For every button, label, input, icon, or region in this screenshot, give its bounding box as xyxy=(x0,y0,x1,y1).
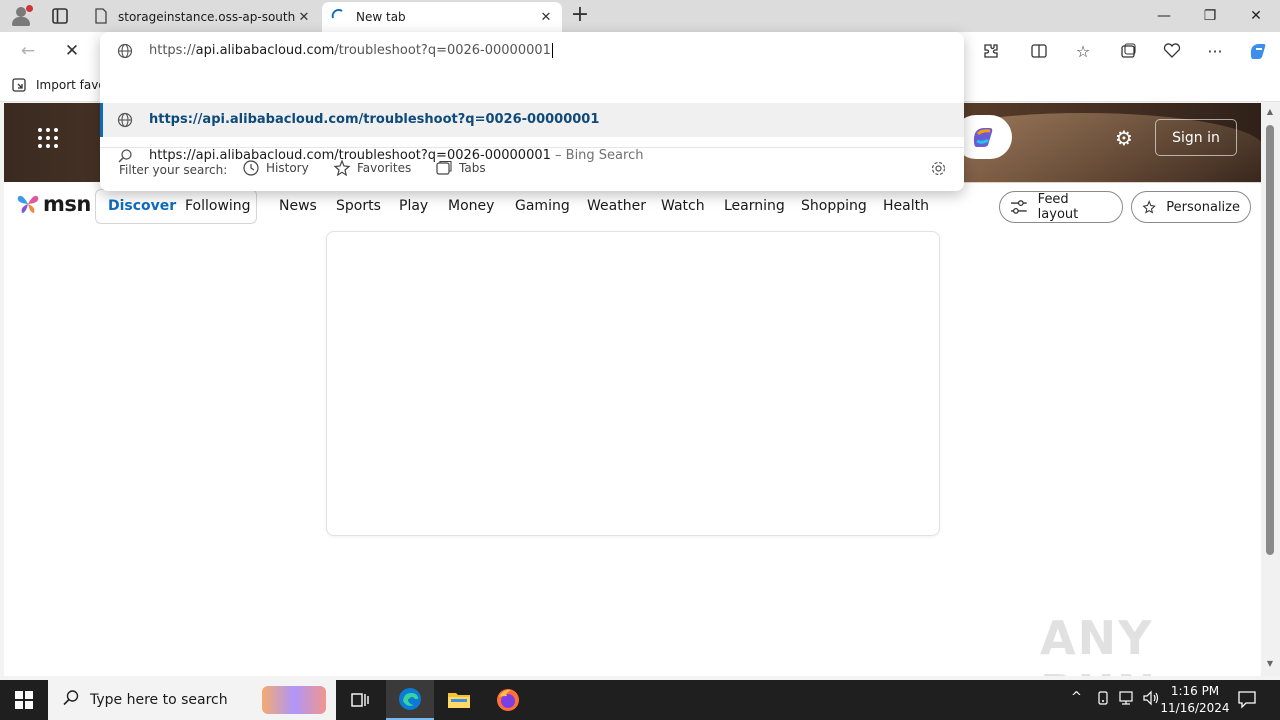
globe-icon xyxy=(117,43,133,63)
loading-icon xyxy=(330,8,346,27)
nav-watch[interactable]: Watch xyxy=(661,198,705,214)
minimize-button[interactable]: — xyxy=(1141,0,1187,32)
msn-logo-text: msn xyxy=(43,192,91,216)
history-icon xyxy=(243,160,259,176)
firefox-button[interactable] xyxy=(484,680,532,720)
clock-time: 1:16 PM xyxy=(1170,684,1220,698)
show-hidden-icons[interactable]: ^ xyxy=(1071,690,1082,705)
tab-title: New tab xyxy=(356,10,406,24)
app-launcher-icon[interactable] xyxy=(38,128,58,148)
task-view-button[interactable] xyxy=(336,680,384,720)
clock-date: 11/16/2024 xyxy=(1160,701,1230,715)
favorites-icon[interactable] xyxy=(1113,37,1143,65)
sliders-icon xyxy=(1010,200,1027,214)
tab-strip: storageinstance.oss-ap-southeast-1.aliyu… xyxy=(0,0,1280,32)
nav-following[interactable]: Following xyxy=(185,198,251,214)
volume-icon[interactable] xyxy=(1142,690,1160,710)
personalize-label: Personalize xyxy=(1166,199,1240,215)
globe-icon xyxy=(117,112,133,132)
nav-play[interactable]: Play xyxy=(399,198,428,214)
star-icon xyxy=(333,159,351,177)
nav-weather[interactable]: Weather xyxy=(587,198,646,214)
windows-taskbar: Type here to search ^ 1:16 PM 11/16/2024 xyxy=(0,680,1280,720)
system-clock[interactable]: 1:16 PM 11/16/2024 xyxy=(1160,683,1230,717)
search-settings-icon[interactable] xyxy=(930,160,947,180)
msn-logo[interactable]: msn xyxy=(16,192,91,216)
back-button[interactable]: ← xyxy=(14,37,42,65)
anyrun-watermark: ANY RUN xyxy=(1040,611,1155,676)
butterfly-icon xyxy=(17,195,39,213)
settings-more-icon[interactable]: ··· xyxy=(1200,37,1230,65)
task-view-icon xyxy=(351,693,369,707)
suggestion-text: https://api.alibabacloud.com/troubleshoo… xyxy=(149,112,600,127)
copilot-icon[interactable] xyxy=(1243,37,1273,65)
profile-icon[interactable] xyxy=(10,5,33,27)
taskbar-search-box[interactable]: Type here to search xyxy=(48,680,336,720)
edge-taskbar-button[interactable] xyxy=(386,680,434,720)
tabs-icon xyxy=(436,160,452,175)
restore-button[interactable]: ❐ xyxy=(1187,0,1233,32)
sign-in-button[interactable]: Sign in xyxy=(1155,119,1237,156)
tab-actions-icon[interactable] xyxy=(48,6,72,26)
window-close-button[interactable]: ✕ xyxy=(1233,0,1279,32)
nav-news[interactable]: News xyxy=(279,198,317,214)
folder-icon xyxy=(448,693,470,708)
search-filter-row: Filter your search: History Favorites Ta… xyxy=(100,154,964,188)
split-screen-icon[interactable] xyxy=(1024,37,1054,65)
nav-shopping[interactable]: Shopping xyxy=(801,198,867,214)
windows-logo-icon xyxy=(15,691,33,709)
address-bar-text: https://api.alibabacloud.com/troubleshoo… xyxy=(149,43,553,58)
new-tab-button[interactable]: + xyxy=(568,4,592,28)
nav-money[interactable]: Money xyxy=(448,198,494,214)
notification-dot xyxy=(26,5,33,12)
import-icon xyxy=(12,78,26,92)
feed-layout-button[interactable]: Feed layout xyxy=(999,191,1123,223)
notification-center-icon[interactable] xyxy=(1236,688,1258,714)
stop-loading-button[interactable]: ✕ xyxy=(58,37,86,65)
nav-learning[interactable]: Learning xyxy=(724,198,785,214)
page-scrollbar[interactable]: ▲ ▼ xyxy=(1261,103,1280,676)
network-icon[interactable] xyxy=(1118,690,1136,710)
tab-close-button[interactable]: ✕ xyxy=(296,10,312,25)
address-bar-input[interactable]: https://api.alibabacloud.com/troubleshoo… xyxy=(100,32,964,70)
edge-icon xyxy=(399,688,421,710)
personalize-button[interactable]: Personalize xyxy=(1131,191,1251,223)
tab-new-tab[interactable]: New tab ✕ xyxy=(322,2,562,32)
divider xyxy=(100,147,964,148)
filter-favorites-button[interactable]: Favorites xyxy=(333,159,411,177)
content-card-placeholder xyxy=(326,231,940,536)
add-favorite-icon[interactable]: ☆ xyxy=(1068,37,1098,65)
tab-title: storageinstance.oss-ap-southeast-1.aliyu… xyxy=(118,10,296,24)
filter-label: Filter your search: xyxy=(119,163,228,177)
scroll-thumb[interactable] xyxy=(1266,125,1274,555)
scroll-up-icon[interactable]: ▲ xyxy=(1264,107,1276,119)
filter-tabs-button[interactable]: Tabs xyxy=(435,159,486,177)
nav-sports[interactable]: Sports xyxy=(336,198,381,214)
firefox-icon xyxy=(497,689,519,711)
nav-gaming[interactable]: Gaming xyxy=(515,198,570,214)
search-highlight-image xyxy=(262,686,326,714)
page-icon xyxy=(94,7,108,27)
nav-discover[interactable]: Discover xyxy=(108,198,176,214)
file-explorer-button[interactable] xyxy=(435,680,483,720)
search-icon xyxy=(62,689,80,711)
taskbar-search-placeholder: Type here to search xyxy=(90,692,228,708)
nav-health[interactable]: Health xyxy=(883,198,929,214)
copilot-icon xyxy=(973,128,993,147)
extensions-icon[interactable] xyxy=(976,37,1006,65)
device-icon[interactable] xyxy=(1095,690,1111,710)
tab-close-button[interactable]: ✕ xyxy=(538,10,554,25)
filter-history-button[interactable]: History xyxy=(242,159,309,177)
suggestion-url[interactable]: https://api.alibabacloud.com/troubleshoo… xyxy=(100,103,964,137)
feed-layout-label: Feed layout xyxy=(1037,192,1079,222)
start-button[interactable] xyxy=(0,680,48,720)
page-settings-icon[interactable]: ⚙ xyxy=(1115,126,1133,150)
address-bar-dropdown: https://api.alibabacloud.com/troubleshoo… xyxy=(100,32,964,191)
browser-essentials-icon[interactable] xyxy=(1157,37,1187,65)
scroll-down-icon[interactable]: ▼ xyxy=(1264,659,1276,671)
tab-storageinstance[interactable]: storageinstance.oss-ap-southeast-1.aliyu… xyxy=(86,2,320,32)
sparkle-star-icon xyxy=(1142,200,1156,214)
